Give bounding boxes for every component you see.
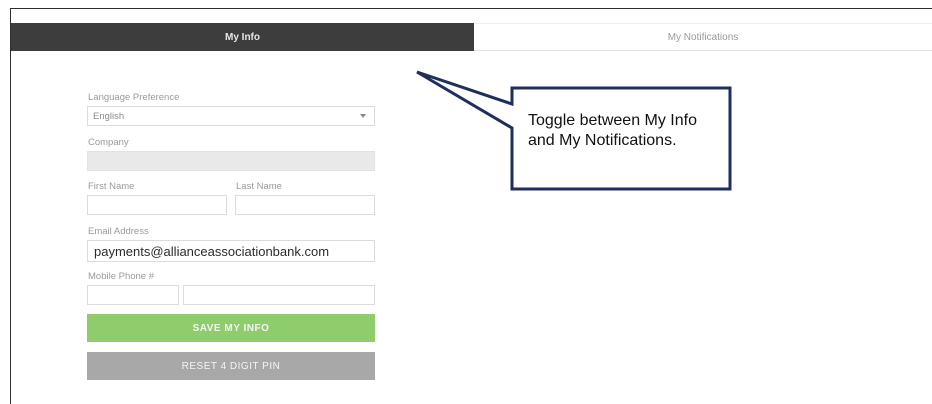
callout-bubble	[416, 70, 732, 191]
callout-text: Toggle between My Info and My Notificati…	[528, 112, 697, 149]
